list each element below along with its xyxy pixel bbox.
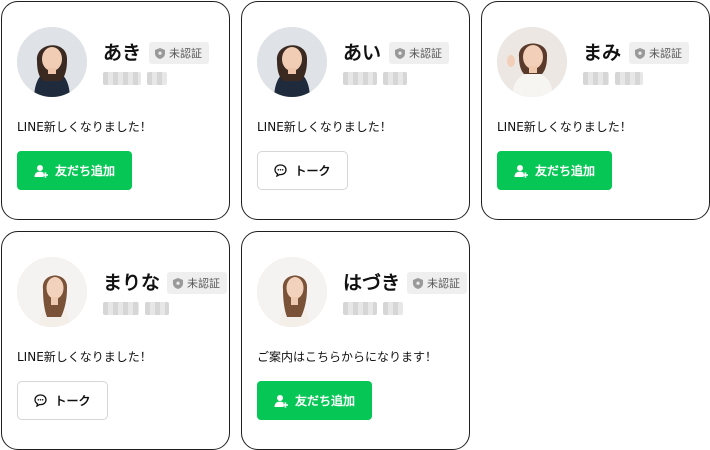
blurred-id bbox=[103, 302, 169, 315]
profile-photo bbox=[257, 27, 327, 97]
blurred-id bbox=[343, 72, 407, 85]
profile-name: まみ bbox=[583, 42, 622, 64]
blurred-id bbox=[583, 72, 643, 85]
profile-photo bbox=[17, 257, 87, 327]
badge-label: 未認証 bbox=[409, 47, 442, 60]
add-friend-label: 友だち追加 bbox=[534, 164, 595, 178]
profile-name: あき bbox=[103, 42, 142, 64]
chat-bubble-icon bbox=[274, 164, 288, 177]
avatar bbox=[17, 27, 87, 97]
status-message: LINE新しくなりました！ bbox=[257, 120, 392, 134]
badge-label: 未認証 bbox=[649, 47, 682, 60]
unverified-badge: 未認証 bbox=[149, 42, 209, 64]
talk-label: トーク bbox=[294, 164, 331, 178]
profile-photo bbox=[257, 257, 327, 327]
shield-icon bbox=[155, 47, 165, 59]
status-message: ご案内はこちらからになります！ bbox=[257, 350, 438, 364]
add-friend-icon bbox=[514, 164, 528, 178]
badge-label: 未認証 bbox=[427, 277, 460, 290]
avatar bbox=[257, 257, 327, 327]
avatar bbox=[497, 27, 567, 97]
chat-bubble-icon bbox=[34, 394, 48, 407]
add-friend-icon bbox=[34, 164, 48, 178]
shield-icon bbox=[413, 277, 423, 289]
avatar bbox=[17, 257, 87, 327]
status-message: LINE新しくなりました！ bbox=[17, 350, 152, 364]
profile-card: はづき 未認証 ご案内はこちらからになります！ 友だち追加 bbox=[241, 231, 470, 450]
add-friend-button[interactable]: 友だち追加 bbox=[497, 151, 612, 190]
profile-photo bbox=[17, 27, 87, 97]
profile-card: まみ 未認証 LINE新しくなりました！ 友だち追加 bbox=[481, 1, 710, 220]
add-friend-button[interactable]: 友だち追加 bbox=[17, 151, 132, 190]
talk-label: トーク bbox=[54, 394, 91, 408]
profile-name: はづき bbox=[343, 272, 401, 294]
avatar bbox=[257, 27, 327, 97]
profile-name: あい bbox=[343, 42, 382, 64]
unverified-badge: 未認証 bbox=[167, 272, 227, 294]
profile-card: まりな 未認証 LINE新しくなりました！ トーク bbox=[1, 231, 230, 450]
add-friend-label: 友だち追加 bbox=[294, 394, 355, 408]
add-friend-icon bbox=[274, 394, 288, 408]
status-message: LINE新しくなりました！ bbox=[17, 120, 152, 134]
profile-card: あい 未認証 LINE新しくなりました！ トーク bbox=[241, 1, 470, 220]
talk-button[interactable]: トーク bbox=[17, 381, 108, 420]
add-friend-button[interactable]: 友だち追加 bbox=[257, 381, 372, 420]
profile-photo bbox=[497, 27, 567, 97]
profile-card: あき 未認証 LINE新しくなりました！ 友だち追加 bbox=[1, 1, 230, 220]
unverified-badge: 未認証 bbox=[389, 42, 449, 64]
shield-icon bbox=[173, 277, 183, 289]
blurred-id bbox=[343, 302, 403, 315]
badge-label: 未認証 bbox=[187, 277, 220, 290]
shield-icon bbox=[395, 47, 405, 59]
shield-icon bbox=[635, 47, 645, 59]
talk-button[interactable]: トーク bbox=[257, 151, 348, 190]
profile-name: まりな bbox=[103, 272, 161, 294]
status-message: LINE新しくなりました！ bbox=[497, 120, 632, 134]
unverified-badge: 未認証 bbox=[629, 42, 689, 64]
unverified-badge: 未認証 bbox=[407, 272, 467, 294]
blurred-id bbox=[103, 72, 167, 85]
badge-label: 未認証 bbox=[169, 47, 202, 60]
add-friend-label: 友だち追加 bbox=[54, 164, 115, 178]
